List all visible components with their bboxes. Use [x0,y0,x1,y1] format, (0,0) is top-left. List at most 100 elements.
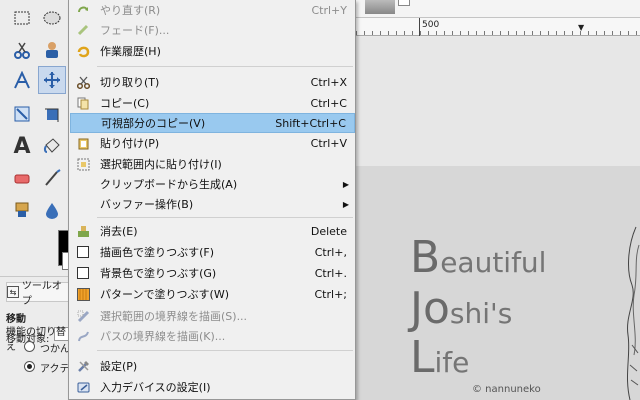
image-text-shis: shi's [449,297,513,330]
menu-item-fill-bg[interactable]: 背景色で塗りつぶす(G) Ctrl+. [70,263,355,283]
menu-item-buffer[interactable]: バッファー操作(B) ▶ [70,194,355,214]
bucket-fill-icon[interactable] [38,132,66,160]
submenu-arrow-icon: ▶ [342,179,349,189]
foreground-select-icon[interactable] [38,36,66,64]
clone-tool-icon[interactable] [8,196,36,224]
ellipse-select-icon[interactable] [38,4,66,32]
image-text-ife: ife [434,346,470,379]
image-text-l: L [410,332,435,383]
menu-item-preferences[interactable]: 設定(P) [70,356,355,376]
menu-item-label: 設定(P) [100,360,138,373]
menu-item-label: 切り取り(T) [100,76,160,89]
ruler-label-500: 500 [422,20,440,30]
blur-tool-icon[interactable] [38,196,66,224]
menu-item-label: バッファー操作(B) [100,198,194,211]
menu-item-label: フェード(F)... [100,24,170,37]
sketch-illustration [626,226,640,400]
menu-item-label: 作業履歴(H) [100,45,161,58]
stroke-path-icon [76,329,90,343]
image-text-b: B [410,232,441,283]
menu-item-fill-fg[interactable]: 描画色で塗りつぶす(F) Ctrl+, [70,242,355,262]
preferences-icon [76,359,90,373]
scissors-select-icon[interactable] [8,36,36,64]
menu-item-stroke-path[interactable]: パスの境界線を描画(K)... [70,326,355,346]
fg-fill-icon [76,245,90,259]
menu-item-paste-as[interactable]: クリップボードから生成(A) ▶ [70,174,355,194]
menu-item-stroke-selection[interactable]: 選択範囲の境界線を描画(S)... [70,306,355,326]
menu-item-shortcut: Delete [310,224,347,238]
radio-active-layer[interactable] [24,361,35,372]
airbrush-icon[interactable] [38,164,66,192]
gimp-window: 500 ▼ Beautiful Joshi's Life © nannuneko [0,0,640,400]
menu-item-label: パスの境界線を描画(K)... [100,330,226,343]
menu-item-label: クリップボードから生成(A) [100,178,238,191]
menu-item-shortcut: Ctrl+. [314,266,347,280]
menu-item-label: やり直す(R) [100,4,161,17]
menu-item-history[interactable]: 作業履歴(H) [70,41,355,61]
eraser-icon[interactable] [8,164,36,192]
menu-item-redo[interactable]: やり直す(R) Ctrl+Y [70,0,355,20]
bg-fill-icon [76,266,90,280]
menu-item-label: 貼り付け(P) [100,137,160,150]
menu-item-copy-visible[interactable]: 可視部分のコピー(V) Shift+Ctrl+C [70,113,355,133]
menu-item-shortcut: Ctrl+C [310,96,347,110]
menu-item-label: 可視部分のコピー(V) [101,117,206,130]
redo-icon [76,3,90,17]
copy-icon [76,96,90,110]
text-tool-icon[interactable]: A [8,132,36,160]
menu-item-shortcut: Shift+Ctrl+C [275,116,346,130]
menu-item-label: 入力デバイスの設定(I) [100,381,211,394]
crop-tool-icon[interactable] [38,100,66,128]
menu-item-input-devices[interactable]: 入力デバイスの設定(I) [70,377,355,397]
menu-item-label: 消去(E) [100,225,138,238]
image-text-eautiful: eautiful [440,246,547,279]
fade-icon [76,23,90,37]
ruler-major-tick [419,18,420,36]
paste-icon [76,136,90,150]
input-devices-icon [76,380,90,394]
clear-icon [76,224,90,238]
menu-item-label: 選択範囲内に貼り付け(I) [100,158,222,171]
menu-item-label: 選択範囲の境界線を描画(S)... [100,310,248,323]
image-copyright: © nannuneko [472,384,541,395]
tool-options-tab[interactable]: ⇆ ツールオプ [6,281,72,307]
scissors-icon [76,75,90,89]
menu-separator [97,66,353,67]
menu-item-fade[interactable]: フェード(F)... [70,20,355,40]
menu-item-shortcut: Ctrl+Y [311,3,347,17]
image-text-jo: Jo [410,283,450,334]
menu-item-cut[interactable]: 切り取り(T) Ctrl+X [70,72,355,92]
menu-item-label: 描画色で塗りつぶす(F) [100,246,215,259]
move-tool-icon[interactable] [38,66,66,94]
rect-select-icon[interactable] [8,4,36,32]
menu-item-copy[interactable]: コピー(C) Ctrl+C [70,93,355,113]
menu-separator [97,217,353,218]
paste-into-icon [76,157,90,171]
horizontal-ruler[interactable]: 500 ▼ [356,18,640,36]
menu-item-label: 背景色で塗りつぶす(G) [100,267,217,280]
menu-item-paste[interactable]: 貼り付け(P) Ctrl+V [70,133,355,153]
tool-options-tab-label: ツールオプ [21,281,62,307]
menu-item-shortcut: Ctrl+V [310,136,347,150]
menu-item-paste-into[interactable]: 選択範囲内に貼り付け(I) [70,154,355,174]
menu-item-clear[interactable]: 消去(E) Delete [70,221,355,241]
submenu-arrow-icon: ▶ [342,199,349,209]
radio-pick-layer[interactable] [24,341,35,352]
align-tool-icon[interactable] [8,100,36,128]
menu-item-label: パターンで塗りつぶす(W) [100,288,230,301]
image-thumbnail[interactable] [365,0,395,14]
menu-item-label: コピー(C) [100,97,150,110]
tool-options-panel: ⇆ ツールオプ 移動 移動対象: 機能の切り替え つかんだ アクティブ [0,276,89,400]
stroke-selection-icon [76,309,90,323]
menu-item-shortcut: Ctrl+X [310,75,347,89]
menu-item-shortcut: Ctrl+, [314,245,347,259]
menu-separator [97,350,353,351]
image-text-joshis: Joshi's [410,283,512,334]
paths-icon[interactable] [8,66,36,94]
menu-item-fill-pattern[interactable]: パターンで塗りつぶす(W) Ctrl+; [70,284,355,304]
image-text-beautiful: Beautiful [410,232,546,283]
tool-options-tab-icon: ⇆ [7,286,19,298]
edit-menu: やり直す(R) Ctrl+Y フェード(F)... 作業履歴(H) 切り取り(T… [68,0,356,400]
image-tab-close[interactable] [398,0,410,6]
pattern-fill-icon [76,287,90,301]
